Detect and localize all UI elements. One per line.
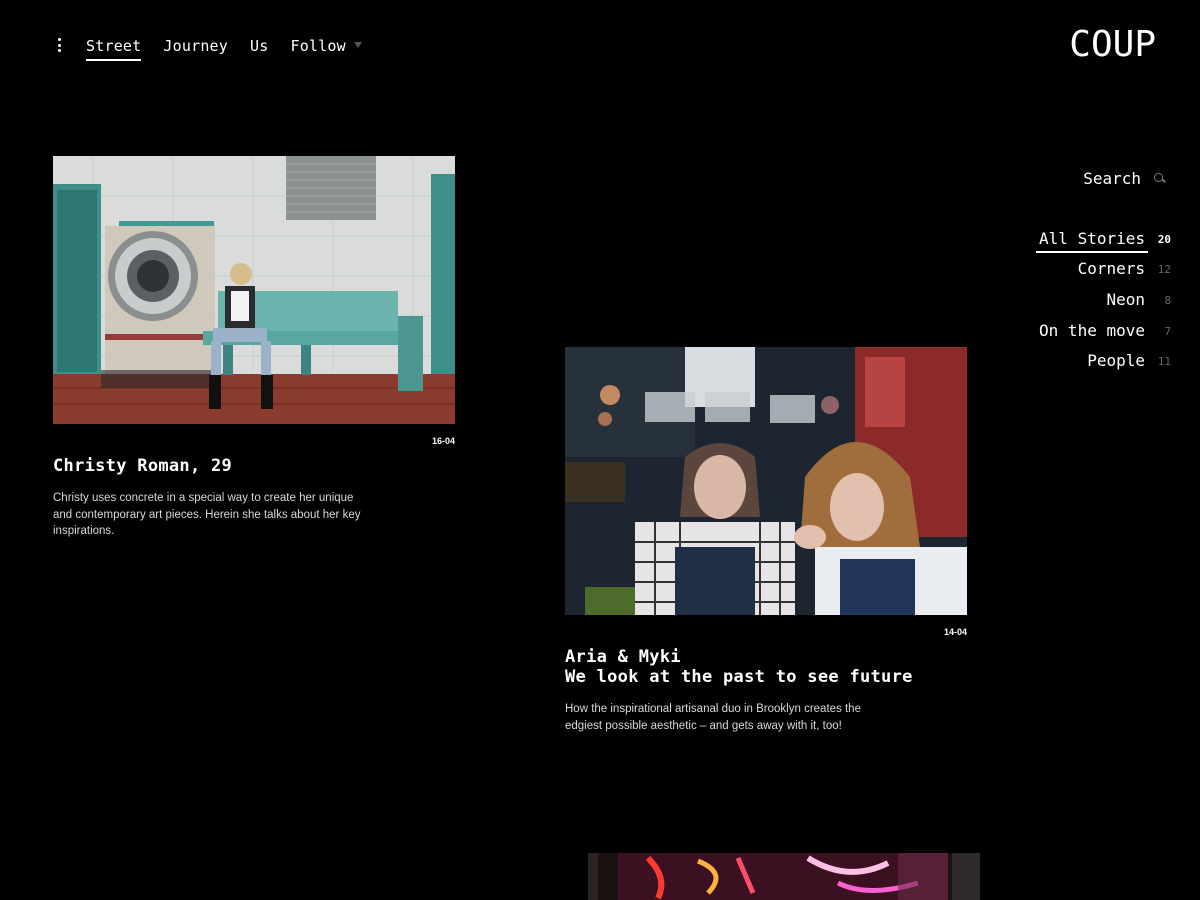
- nav-item-follow-label: Follow: [290, 37, 346, 55]
- category-label: Corners: [1077, 259, 1145, 279]
- category-neon[interactable]: Neon 8: [1039, 285, 1171, 316]
- search-button[interactable]: Search: [1083, 169, 1166, 188]
- nav-item-street[interactable]: Street: [86, 37, 142, 61]
- category-label: All Stories: [1036, 228, 1148, 253]
- category-people[interactable]: People 11: [1039, 346, 1171, 377]
- story-photo-neon[interactable]: [588, 853, 980, 900]
- story-date: 14-04: [943, 627, 967, 637]
- story-date: 16-04: [431, 436, 455, 446]
- story-title-line-1: Aria & Myki: [565, 647, 681, 667]
- story-card: 16-04 Christy Roman, 29 Christy uses con…: [53, 156, 455, 540]
- main-nav: Street Journey Us Follow: [86, 37, 362, 61]
- site-logo[interactable]: COUP: [1069, 24, 1156, 65]
- story-title[interactable]: Christy Roman, 29: [53, 456, 455, 476]
- story-photo-laundromat[interactable]: [53, 156, 455, 424]
- more-menu-icon[interactable]: [54, 38, 64, 52]
- nav-item-follow[interactable]: Follow: [290, 37, 362, 61]
- category-all-stories[interactable]: All Stories 20: [1036, 224, 1171, 255]
- story-title-line-2: We look at the past to see future: [565, 667, 913, 687]
- category-label: People: [1087, 351, 1145, 371]
- story-photo-aria-myki[interactable]: [565, 347, 967, 615]
- category-corners[interactable]: Corners 12: [1039, 255, 1171, 286]
- story-card: [588, 853, 980, 900]
- story-description: How the inspirational artisanal duo in B…: [565, 703, 861, 732]
- search-label: Search: [1083, 169, 1141, 188]
- nav-item-journey[interactable]: Journey: [163, 37, 228, 61]
- story-title[interactable]: Aria & Myki We look at the past to see f…: [565, 647, 967, 687]
- category-list: All Stories 20 Corners 12 Neon 8 On the …: [1036, 224, 1171, 377]
- category-count: 8: [1164, 293, 1171, 307]
- category-label: Neon: [1106, 289, 1145, 309]
- search-icon: [1154, 172, 1166, 185]
- category-count: 7: [1164, 324, 1171, 338]
- category-on-the-move[interactable]: On the move 7: [1039, 316, 1171, 347]
- category-count: 12: [1157, 263, 1171, 277]
- story-card: 14-04 Aria & Myki We look at the past to…: [565, 347, 967, 734]
- nav-item-us[interactable]: Us: [250, 37, 268, 61]
- story-description: Christy uses concrete in a special way t…: [53, 492, 361, 537]
- category-count: 20: [1157, 232, 1171, 246]
- category-count: 11: [1157, 355, 1171, 369]
- category-label: On the move: [1039, 320, 1145, 340]
- caret-down-icon: [353, 41, 362, 48]
- page: Street Journey Us Follow COUP Search All…: [0, 0, 1200, 900]
